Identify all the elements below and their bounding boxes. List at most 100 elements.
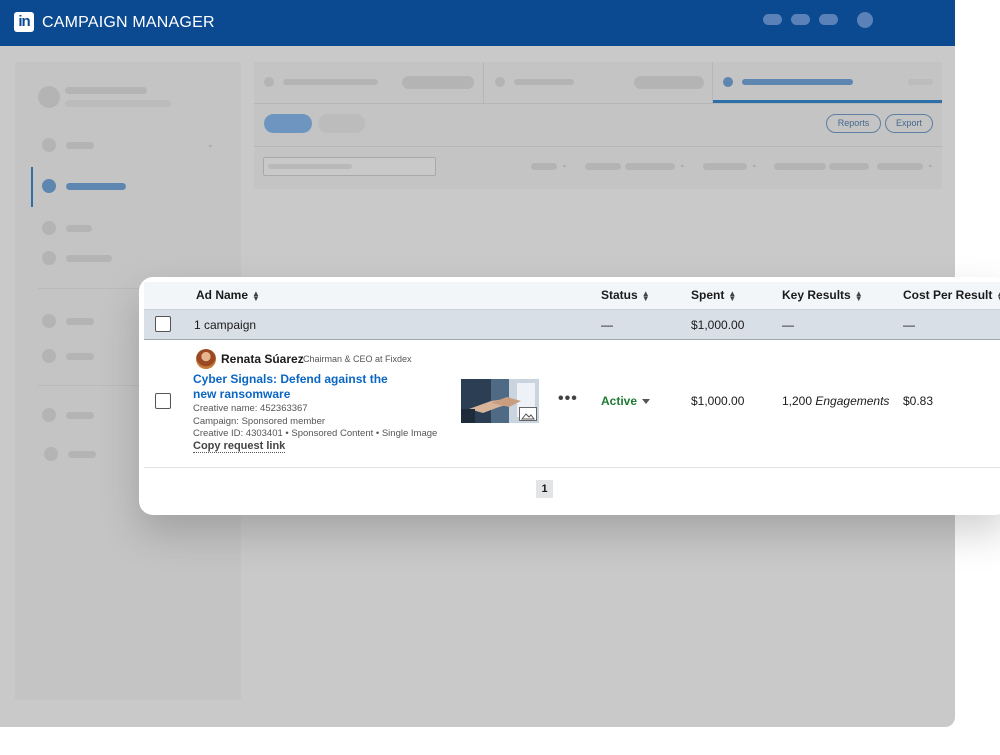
filter-placeholder[interactable] — [625, 163, 675, 170]
nav-item-placeholder[interactable] — [819, 14, 838, 25]
nav-item-placeholder[interactable] — [791, 14, 810, 25]
image-icon — [519, 407, 537, 421]
profile-avatar[interactable] — [857, 12, 873, 28]
pagination-page-button[interactable]: 1 — [536, 480, 553, 498]
panel-divider — [254, 146, 942, 147]
column-header-label: Status — [601, 288, 638, 302]
column-header-label: Spent — [691, 288, 725, 302]
sort-icon[interactable]: ▲▼ — [642, 289, 650, 302]
key-results-count: 1,200 — [782, 394, 813, 408]
image-glyph — [520, 413, 535, 420]
chevron-down-icon[interactable]: ⌄ — [207, 140, 214, 149]
sidebar-item-icon — [42, 408, 56, 422]
panel-divider — [254, 103, 942, 104]
summary-checkbox[interactable] — [155, 316, 171, 332]
filter-placeholder[interactable] — [585, 163, 621, 170]
sidebar-item-icon — [42, 179, 56, 193]
summary-label: 1 campaign — [194, 318, 257, 332]
filter-placeholder[interactable] — [703, 163, 747, 170]
creative-id: Creative ID: 4303401 • Sponsored Content… — [193, 428, 438, 439]
sidebar-item-icon — [42, 349, 56, 363]
nav-item-placeholder[interactable] — [763, 14, 782, 25]
table-header — [144, 282, 1000, 309]
row-spent: $1,000.00 — [691, 394, 745, 408]
sidebar-item-icon — [44, 447, 58, 461]
filter-placeholder[interactable] — [531, 163, 557, 170]
column-header-label: Ad Name — [196, 288, 249, 302]
sidebar-item-placeholder[interactable] — [66, 225, 92, 232]
member-title: Chairman & CEO at Fixdex — [303, 354, 412, 364]
column-header-status[interactable]: Status ▲ ▼ — [601, 288, 650, 302]
create-button-placeholder[interactable] — [264, 114, 312, 133]
ad-thumbnail[interactable] — [461, 379, 539, 423]
status-label: Active — [601, 394, 638, 408]
screen: in CAMPAIGN MANAGER ⌄ Reports Export ⌄ ⌄… — [0, 0, 1000, 755]
column-header-ad-name[interactable]: Ad Name ▲ ▼ — [196, 288, 260, 302]
campaign-name: Campaign: Sponsored member — [193, 416, 326, 427]
row-checkbox[interactable] — [155, 393, 171, 409]
summary-status: — — [601, 318, 613, 332]
search-placeholder-line — [268, 164, 352, 169]
summary-cost-per-result: — — [903, 318, 915, 332]
tab-count-placeholder — [908, 79, 933, 85]
account-id-placeholder — [65, 100, 171, 107]
sort-icon[interactable]: ▲▼ — [855, 289, 863, 302]
tab-ads-placeholder-active[interactable] — [742, 79, 853, 85]
account-avatar-placeholder — [38, 86, 60, 108]
account-name-placeholder — [65, 87, 147, 94]
status-dropdown[interactable]: Active — [601, 394, 651, 408]
sidebar-item-placeholder[interactable] — [66, 318, 94, 325]
sort-icon[interactable]: ▲▼ — [728, 289, 736, 302]
row-divider — [144, 467, 1000, 468]
more-options-icon[interactable]: ••• — [558, 390, 578, 408]
column-header-key-results[interactable]: Key Results ▲ ▼ — [782, 288, 863, 302]
sort-icon[interactable]: ▲▼ — [252, 289, 260, 302]
chevron-down-icon: ⌄ — [751, 160, 758, 169]
sidebar-item-icon — [42, 251, 56, 265]
secondary-button-placeholder[interactable] — [318, 114, 365, 133]
copy-request-link[interactable]: Copy request link — [193, 440, 286, 453]
ad-title-link[interactable]: Cyber Signals: Defend against the new ra… — [193, 372, 393, 402]
filter-placeholder[interactable] — [829, 163, 869, 170]
linkedin-logo-icon[interactable]: in — [14, 12, 34, 32]
dropdown-caret-icon — [642, 399, 651, 405]
column-header-spent[interactable]: Spent ▲ ▼ — [691, 288, 736, 302]
column-header-cost-per-result[interactable]: Cost Per Result▲▼ — [903, 288, 1000, 302]
tab-icon — [264, 77, 274, 87]
tab-badge-placeholder — [402, 76, 474, 89]
sidebar-item-icon — [42, 221, 56, 235]
tab-accounts-placeholder[interactable] — [283, 79, 378, 85]
tab-icon-active — [723, 77, 733, 87]
sidebar-item-placeholder[interactable] — [66, 412, 94, 419]
filter-placeholder[interactable] — [774, 163, 826, 170]
export-button[interactable]: Export — [885, 114, 933, 133]
top-navigation-bar: in CAMPAIGN MANAGER — [0, 0, 955, 46]
key-results-unit: Engagements — [815, 394, 890, 408]
tab-separator — [712, 62, 713, 103]
tab-groups-placeholder[interactable] — [514, 79, 574, 85]
sidebar-item-icon — [42, 138, 56, 152]
chevron-down-icon: ⌄ — [679, 160, 686, 169]
row-cost-per-result: $0.83 — [903, 394, 934, 408]
app-title: CAMPAIGN MANAGER — [42, 14, 215, 31]
reports-button[interactable]: Reports — [826, 114, 881, 133]
sidebar-item-placeholder[interactable] — [66, 353, 94, 360]
sort-icon[interactable]: ▲▼ — [996, 289, 1000, 302]
sidebar-item-placeholder[interactable] — [66, 255, 112, 262]
sidebar-active-indicator — [31, 167, 33, 207]
summary-spent: $1,000.00 — [691, 318, 745, 332]
tab-badge-placeholder — [634, 76, 704, 89]
tab-icon — [495, 77, 505, 87]
search-input[interactable] — [263, 157, 436, 176]
filter-placeholder[interactable] — [877, 163, 923, 170]
sidebar-item-placeholder-active[interactable] — [66, 183, 126, 190]
ads-table-card: Ad Name ▲ ▼ Status ▲ ▼ Spent ▲ ▼ Key Results ▲ ▼… — [139, 277, 1000, 515]
sidebar-item-placeholder[interactable] — [66, 142, 94, 149]
sidebar-item-icon — [42, 314, 56, 328]
column-header-label: Cost Per Result — [903, 288, 993, 302]
column-header-label: Key Results — [782, 288, 851, 302]
summary-row — [144, 309, 1000, 340]
sidebar-item-placeholder[interactable] — [68, 451, 96, 458]
chevron-down-icon: ⌄ — [927, 160, 934, 169]
avatar — [196, 349, 216, 369]
